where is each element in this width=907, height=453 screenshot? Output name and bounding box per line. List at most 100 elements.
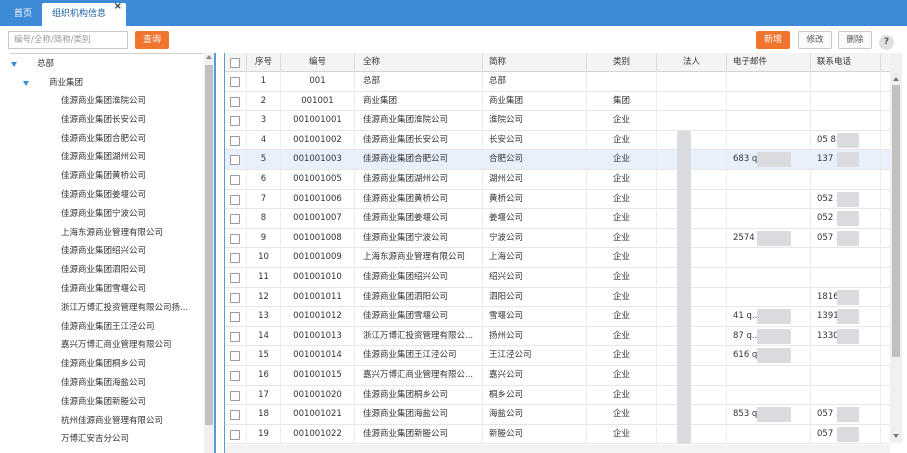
cell-full-name: 佳源商业集团雪堰公司 <box>355 307 483 327</box>
row-checkbox[interactable] <box>230 312 240 323</box>
row-checkbox[interactable] <box>230 429 240 440</box>
tree-node-company[interactable]: 佳源商业集团王江泾公司 <box>61 318 155 337</box>
table-row[interactable]: 10 001001009 上海东源商业管理有限公司 上海公司 企业 <box>225 248 890 268</box>
table-row[interactable]: 8 001001007 佳源商业集团姜堰公司 姜堰公司 企业 052 ... <box>225 209 890 229</box>
cell-full-name: 总部 <box>355 72 483 92</box>
table-row[interactable]: 2 001001 商业集团 商业集团 集团 <box>225 91 890 112</box>
query-button[interactable]: 查询 <box>135 31 169 49</box>
header-code[interactable]: 编号 <box>281 53 355 72</box>
cell-short-name: 长安公司 <box>483 130 587 151</box>
grid-hscrollbar[interactable] <box>225 445 890 453</box>
table-row[interactable]: 12 001001011 佳源商业集团泗阳公司 泗阳公司 企业 1816 6 <box>225 287 890 308</box>
tree-scrollbar[interactable] <box>204 53 214 453</box>
header-phone[interactable]: 联系电话 <box>811 53 881 72</box>
tree-node-company[interactable]: 上海东源商业管理有限公司 <box>61 224 163 243</box>
edit-button[interactable]: 修改 <box>798 31 832 49</box>
redacted-block <box>837 211 859 227</box>
tree-scroll-thumb[interactable] <box>205 65 213 425</box>
table-row[interactable]: 18 001001021 佳源商业集团海盐公司 海盐公司 企业 853 q... 057 .… <box>225 405 890 425</box>
table-row[interactable]: 4 001001002 佳源商业集团长安公司 长安公司 企业 05 8... <box>225 130 890 151</box>
row-checkbox[interactable] <box>230 371 240 381</box>
cell-legal-person <box>657 248 727 268</box>
tree-node-company[interactable]: 佳源商业集团雪堰公司 <box>61 280 146 299</box>
row-checkbox[interactable] <box>230 273 240 283</box>
tree-node-company[interactable]: 佳源商业集团黄桥公司 <box>61 167 146 186</box>
table-row[interactable]: 1 001 总部 总部 <box>225 72 890 92</box>
tree-node-company[interactable]: 万博汇安吉分公司 <box>61 430 129 449</box>
row-checkbox[interactable] <box>230 331 240 342</box>
table-row[interactable]: 14 001001013 浙江万博汇投资管理有限公... 扬州公司 企业 87 q... 1… <box>225 326 890 347</box>
close-icon[interactable]: × <box>114 1 122 13</box>
header-legal-person[interactable]: 法人 <box>657 53 727 72</box>
cell-full-name: 佳源商业集团长安公司 <box>355 130 483 151</box>
scroll-up-icon[interactable] <box>206 55 212 59</box>
row-checkbox[interactable] <box>230 233 240 244</box>
header-short-name[interactable]: 简称 <box>483 53 587 72</box>
table-row[interactable]: 19 001001022 佳源商业集团新塍公司 新塍公司 企业 057 ... <box>225 424 890 445</box>
header-email[interactable]: 电子邮件 <box>727 53 811 72</box>
expand-caret-icon[interactable] <box>11 62 17 67</box>
table-row[interactable]: 13 001001012 佳源商业集团雪堰公司 雪堰公司 企业 41 q... 1391 9 <box>225 307 890 327</box>
table-row[interactable]: 15 001001014 佳源商业集团王江泾公司 王江泾公司 企业 616 q... <box>225 346 890 366</box>
tree-node-company[interactable]: 佳源商业集团长安公司 <box>61 111 146 130</box>
tree-node-company[interactable]: 佳源商业集团海盐公司 <box>61 374 146 393</box>
row-checkbox[interactable] <box>230 175 240 185</box>
header-seq[interactable]: 序号 <box>247 53 281 72</box>
tree-node-company[interactable]: 佳源商业集团淮院公司 <box>61 92 146 111</box>
scroll-down-icon[interactable] <box>893 434 899 438</box>
cell-code: 001001014 <box>281 346 355 366</box>
cell-checkbox <box>225 268 247 288</box>
cell-email <box>727 268 811 288</box>
row-checkbox[interactable] <box>230 77 240 87</box>
tree-node-company[interactable]: 佳源商业集团宁波公司 <box>61 205 146 224</box>
row-checkbox[interactable] <box>230 292 240 303</box>
row-checkbox[interactable] <box>230 410 240 421</box>
new-button[interactable]: 新增 <box>756 31 790 49</box>
row-checkbox[interactable] <box>230 351 240 362</box>
tree-node-company[interactable]: 佳源商业集团桐乡公司 <box>61 355 146 374</box>
row-checkbox[interactable] <box>230 96 240 107</box>
tree-node-company[interactable]: 佳源商业集团泗阳公司 <box>61 261 146 280</box>
row-checkbox[interactable] <box>230 214 240 225</box>
tree-node-company[interactable]: 佳源商业集团姜堰公司 <box>61 186 146 205</box>
tab-home[interactable]: 首页 <box>8 3 38 26</box>
table-row[interactable]: 11 001001010 佳源商业集团绍兴公司 绍兴公司 企业 <box>225 268 890 288</box>
tree-node-group[interactable]: 商业集团 <box>49 74 83 93</box>
table-row[interactable]: 6 001001005 佳源商业集团湖州公司 湖州公司 企业 <box>225 170 890 190</box>
delete-button[interactable]: 删除 <box>838 31 872 49</box>
tree-node-company[interactable]: 嘉兴万博汇商业管理有限公司 <box>61 336 172 355</box>
grid-scroll-thumb[interactable] <box>892 85 900 357</box>
toolbar: 查询 新增 修改 删除 ? <box>0 26 907 52</box>
row-checkbox[interactable] <box>230 194 240 205</box>
select-all-checkbox[interactable] <box>230 58 240 68</box>
tab-org-info[interactable]: 组织机构信息 × <box>42 1 126 26</box>
tree-node-company[interactable]: 杭州佳源商业管理有限公司 <box>61 412 163 431</box>
expand-caret-icon[interactable] <box>23 81 29 86</box>
row-checkbox[interactable] <box>230 390 240 401</box>
tree-node-company[interactable]: 佳源商业集团新塍公司 <box>61 393 146 412</box>
tree-node-company[interactable]: 佳源商业集团绍兴公司 <box>61 242 146 261</box>
header-full-name[interactable]: 全称 <box>355 53 483 72</box>
cell-checkbox <box>225 248 247 268</box>
row-checkbox[interactable] <box>230 155 240 166</box>
header-type[interactable]: 类别 <box>587 53 657 72</box>
table-row[interactable]: 16 001001015 嘉兴万博汇商业管理有限公... 嘉兴公司 企业 <box>225 366 890 386</box>
table-row[interactable]: 3 001001001 佳源商业集团淮院公司 淮院公司 企业 <box>225 111 890 131</box>
row-checkbox[interactable] <box>230 135 240 146</box>
cell-code: 001001001 <box>281 111 355 131</box>
row-checkbox[interactable] <box>230 253 240 264</box>
tree-node-company[interactable]: 浙江万博汇投资管理有限公司扬... <box>61 299 188 318</box>
tree-node-company[interactable]: 佳源商业集团合肥公司 <box>61 130 146 149</box>
row-checkbox[interactable] <box>230 116 240 127</box>
table-row[interactable]: 17 001001020 佳源商业集团桐乡公司 桐乡公司 企业 <box>225 385 890 406</box>
tree-node-company[interactable]: 佳源商业集团湖州公司 <box>61 148 146 167</box>
scroll-up-icon[interactable] <box>893 77 899 81</box>
redacted-block <box>837 328 859 344</box>
table-row[interactable]: 7 001001006 佳源商业集团黄桥公司 黄桥公司 企业 052 ... <box>225 189 890 210</box>
table-row[interactable]: 5 001001003 佳源商业集团合肥公司 合肥公司 企业 683 q... 137 14 <box>225 150 890 170</box>
table-row[interactable]: 9 001001008 佳源商业集团宁波公司 宁波公司 企业 2574 q... 057 .… <box>225 228 890 249</box>
help-icon[interactable]: ? <box>879 35 894 50</box>
search-input[interactable] <box>8 31 128 49</box>
grid-scrollbar[interactable] <box>890 53 902 443</box>
tree-node-root[interactable]: 总部 <box>37 55 54 74</box>
